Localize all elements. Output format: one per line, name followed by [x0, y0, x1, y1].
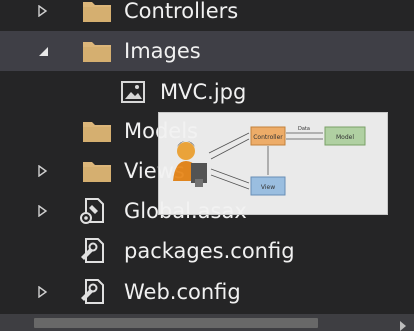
config-file-icon [78, 278, 108, 304]
collapse-arrow-icon[interactable] [36, 44, 50, 58]
tree-item-packages-config[interactable]: packages.config [0, 231, 414, 271]
image-file-icon [120, 80, 146, 104]
expand-arrow-icon[interactable] [36, 164, 50, 178]
expand-arrow-icon[interactable] [36, 285, 50, 299]
scrollbar-thumb[interactable] [34, 318, 318, 328]
folder-icon [82, 39, 112, 63]
tree-item-mvc-jpg[interactable]: MVC.jpg [0, 72, 414, 112]
view-label: View [261, 184, 275, 191]
tree-item-label: Controllers [124, 0, 239, 23]
scroll-right-arrow-icon[interactable] [398, 317, 408, 331]
folder-icon [82, 119, 112, 143]
image-preview-tooltip: Controller Model View Data [158, 112, 388, 215]
horizontal-scrollbar[interactable] [0, 314, 414, 331]
folder-icon [82, 159, 112, 183]
tree-item-images[interactable]: Images [0, 31, 414, 71]
expand-arrow-icon[interactable] [36, 204, 50, 218]
folder-icon [82, 0, 112, 23]
tree-item-controllers[interactable]: Controllers [0, 0, 414, 31]
model-label: Model [336, 134, 354, 141]
tree-item-web-config[interactable]: Web.config [0, 272, 414, 312]
controller-label: Controller [253, 134, 283, 141]
tree-item-label: Images [124, 39, 201, 63]
tree-item-label: packages.config [124, 239, 295, 263]
data-arrow-label: Data [298, 126, 310, 132]
expand-arrow-icon[interactable] [36, 4, 50, 18]
user-figure-icon [173, 141, 207, 187]
solution-explorer-tree: Controllers Images MVC.jpg Models [0, 0, 414, 331]
config-file-icon [78, 237, 108, 263]
tree-item-label: MVC.jpg [160, 80, 247, 104]
tree-item-label: Web.config [124, 280, 241, 304]
gear-file-icon [78, 197, 108, 224]
